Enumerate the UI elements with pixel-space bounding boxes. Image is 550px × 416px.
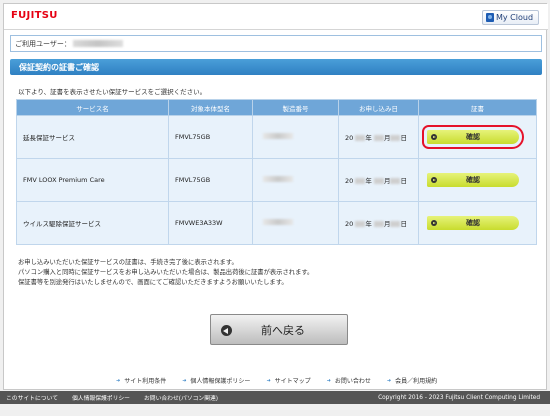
user-label: ご利用ユーザー： <box>15 39 71 48</box>
application-date: 20 年 月日 <box>338 115 419 159</box>
arrow-right-icon: ➜ <box>182 377 187 384</box>
confirm-button[interactable]: 確認 <box>427 173 519 187</box>
page-frame: FUJITSU My Cloud ご利用ユーザー： 保証契約の証書ご確認 以下よ… <box>3 3 548 390</box>
table-header-row: サービス名 対象本体型名 製造番号 お申し込み日 証書 <box>16 99 537 116</box>
note-line: パソコン購入と同時に保証サービスをお申し込みいただいた場合は、製品出荷後に証書が… <box>18 269 314 276</box>
service-name: ウイルス駆除保証サービス <box>16 201 169 245</box>
arrow-right-icon <box>431 134 437 140</box>
fujitsu-logo[interactable]: FUJITSU <box>11 10 58 21</box>
service-name: 延長保証サービス <box>16 115 169 159</box>
bottom-bar: このサイトについて 個人情報保護ポリシー お問い合わせ(パソコン関連) Copy… <box>0 391 550 404</box>
table-row: 延長保証サービス FMVL75GB 20 年 月日 確認 <box>16 115 537 159</box>
model-name: FMVWE3A33W <box>168 201 253 245</box>
footer-link-privacy[interactable]: ➜ 個人情報保護ポリシー <box>182 376 250 386</box>
mycloud-logo[interactable]: My Cloud <box>482 10 539 25</box>
model-name: FMVL75GB <box>168 115 253 159</box>
arrow-right-icon <box>431 177 437 183</box>
model-name: FMVL75GB <box>168 158 253 202</box>
application-date: 20 年 月日 <box>338 201 419 245</box>
note-line: 保証書等を別途発行はいたしませんので、画面にてご確認いただきますようお願いいたし… <box>18 279 288 286</box>
serial-number <box>252 201 339 245</box>
footer-link-terms[interactable]: ➜ サイト利用条件 <box>116 376 166 386</box>
header-date: お申し込み日 <box>338 99 419 116</box>
bottom-link-about[interactable]: このサイトについて <box>6 393 58 402</box>
copyright: Copyright 2016 - 2023 Fujitsu Client Com… <box>378 394 540 401</box>
footer-link-sitemap[interactable]: ➜ サイトマップ <box>266 376 310 386</box>
confirm-button[interactable]: 確認 <box>427 216 519 230</box>
header-service: サービス名 <box>16 99 169 116</box>
back-button[interactable]: 前へ戻る <box>210 314 348 345</box>
user-name-redacted <box>72 40 123 47</box>
arrow-right-icon: ➜ <box>266 377 271 384</box>
arrow-right-icon: ➜ <box>386 377 392 384</box>
application-date: 20 年 月日 <box>338 158 419 202</box>
service-name: FMV LOOX Premium Care <box>16 158 169 202</box>
bottom-link-privacy[interactable]: 個人情報保護ポリシー <box>72 393 130 402</box>
footer-link-member-terms[interactable]: ➜ 会員／利用規約 <box>386 376 437 386</box>
bottom-link-contact[interactable]: お問い合わせ(パソコン関連) <box>144 393 218 402</box>
section-title: 保証契約の証書ご確認 <box>10 59 542 75</box>
note-line: お申し込みいただいた保証サービスの証書は、手続き完了後に表示されます。 <box>18 259 238 266</box>
certificate-cell: 確認 <box>418 115 537 159</box>
arrow-left-icon <box>221 325 232 336</box>
serial-number <box>252 158 339 202</box>
warranty-table: サービス名 対象本体型名 製造番号 お申し込み日 証書 延長保証サービス FMV… <box>16 99 537 245</box>
table-row: ウイルス駆除保証サービス FMVWE3A33W 20 年 月日 確認 <box>16 201 537 245</box>
header-serial: 製造番号 <box>252 99 339 116</box>
notes: お申し込みいただいた保証サービスの証書は、手続き完了後に表示されます。 パソコン… <box>18 258 313 288</box>
arrow-right-icon: ➜ <box>116 377 121 384</box>
mycloud-text: My Cloud <box>496 13 534 22</box>
header: FUJITSU My Cloud <box>4 4 548 30</box>
serial-number <box>252 115 339 159</box>
footer-links: ➜ サイト利用条件 ➜ 個人情報保護ポリシー ➜ サイトマップ ➜ お問い合わせ ➜ 会員… <box>116 376 453 386</box>
instruction-text: 以下より、証書を表示させたい保証サービスをご選択ください。 <box>18 88 207 96</box>
footer-link-contact[interactable]: ➜ お問い合わせ <box>326 376 371 386</box>
header-model: 対象本体型名 <box>168 99 253 116</box>
mycloud-icon <box>486 13 494 22</box>
confirm-button[interactable]: 確認 <box>422 125 524 149</box>
user-bar: ご利用ユーザー： <box>10 35 542 52</box>
arrow-right-icon: ➜ <box>326 377 331 384</box>
table-row: FMV LOOX Premium Care FMVL75GB 20 年 月日 確… <box>16 158 537 202</box>
certificate-cell: 確認 <box>418 201 537 245</box>
header-certificate: 証書 <box>418 99 537 116</box>
certificate-cell: 確認 <box>418 158 537 202</box>
arrow-right-icon <box>431 220 437 226</box>
